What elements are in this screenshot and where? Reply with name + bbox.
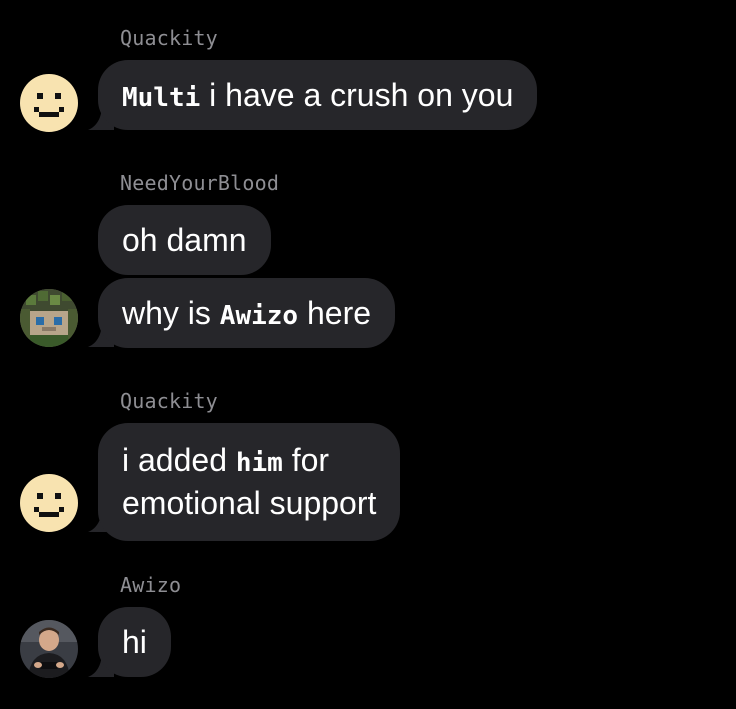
message-text: here [306,295,372,331]
avatar-needyourblood[interactable] [20,289,78,347]
sender-name: Awizo [120,573,182,597]
message-text: oh damn [122,222,247,258]
message-line: i added him for [122,440,376,483]
sender-name: Quackity [120,26,218,50]
message-line: emotional support [122,485,377,521]
avatar-awizo[interactable] [20,620,78,678]
avatar-quackity[interactable] [20,74,78,132]
message-bubble[interactable]: why is Awizo here [98,278,396,348]
message-text: hi [122,624,147,660]
mention: Multi [122,83,201,113]
avatar-quackity[interactable] [20,474,78,532]
message-text: i have a crush on you [209,77,514,113]
mention: Awizo [219,301,299,331]
pixelated-green-hair-avatar-icon [20,289,78,347]
person-photo-avatar-icon [20,620,78,678]
sender-name: Quackity [120,389,218,413]
message-text: why is [122,295,211,331]
sender-name: NeedYourBlood [120,171,280,195]
pixel-smiley-face-icon [20,74,78,132]
pixel-smiley-face-icon [20,474,78,532]
message-text: for [291,442,330,478]
message-bubble[interactable]: hi [98,607,171,677]
message-bubble[interactable]: Multi i have a crush on you [98,60,538,130]
message-bubble[interactable]: i added him for emotional support [98,423,401,541]
mention: him [235,448,283,478]
message-text: i added [122,442,227,478]
message-bubble[interactable]: oh damn [98,205,271,275]
